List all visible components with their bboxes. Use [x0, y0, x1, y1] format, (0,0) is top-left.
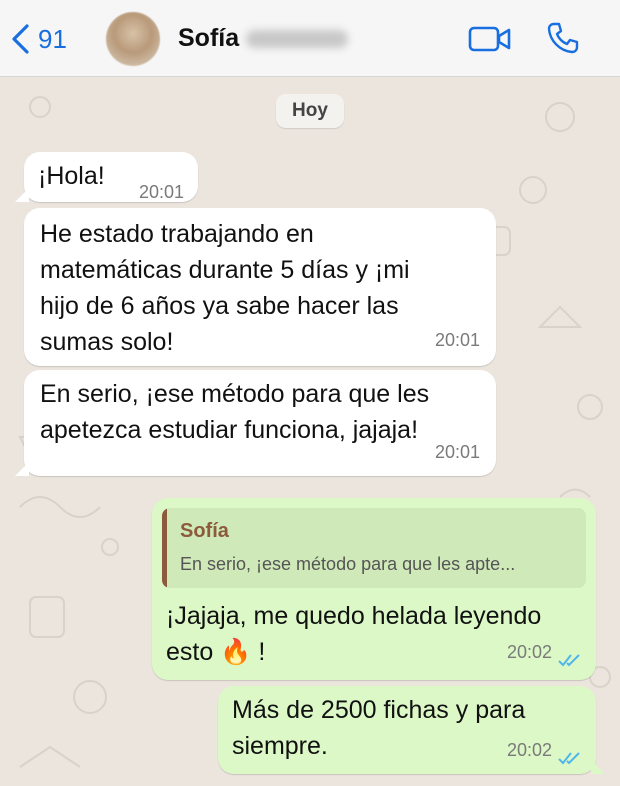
quoted-text: En serio, ¡ese método para que les apte.… [180, 554, 516, 574]
outgoing-message[interactable]: Sofía En serio, ¡ese método para que les… [152, 498, 596, 680]
message-time: 20:01 [434, 330, 480, 350]
incoming-message[interactable]: ¡Hola! 20:01 [15, 152, 198, 202]
blurred-surname [246, 30, 348, 48]
message-text: En serio, ¡ese método para que les apete… [40, 380, 430, 444]
read-receipt-icon [558, 752, 580, 765]
message-time: 20:02 [506, 642, 552, 662]
message-time: 20:02 [506, 740, 552, 760]
incoming-message[interactable]: He estado trabajando en matemáticas dura… [24, 208, 496, 366]
outgoing-message[interactable]: Más de 2500 fichas y para siempre. 20:02 [218, 686, 605, 774]
chat-header: 91 Sofía [0, 0, 620, 77]
message-time: 20:01 [434, 442, 480, 462]
contact-name[interactable]: Sofía [178, 24, 239, 53]
quoted-message[interactable]: Sofía En serio, ¡ese método para que les… [162, 508, 586, 588]
message-time: 20:01 [138, 182, 184, 202]
message-text-end: ! [258, 638, 266, 666]
date-separator: Hoy [276, 94, 344, 128]
video-camera-icon[interactable] [468, 24, 512, 54]
unread-count: 91 [38, 23, 67, 54]
read-receipt-icon [558, 654, 580, 667]
phone-icon[interactable] [546, 21, 580, 55]
incoming-message[interactable]: En serio, ¡ese método para que les apete… [15, 370, 496, 476]
message-text: He estado trabajando en matemáticas dura… [40, 220, 410, 356]
fire-emoji-icon: 🔥 [220, 638, 252, 666]
avatar[interactable] [106, 12, 160, 66]
message-text: ¡Hola! [38, 162, 105, 190]
back-button[interactable]: 91 [10, 22, 67, 56]
chevron-left-icon [12, 24, 29, 54]
quoted-author: Sofía [180, 520, 229, 542]
message-text: Más de 2500 fichas y para siempre. [232, 696, 526, 760]
